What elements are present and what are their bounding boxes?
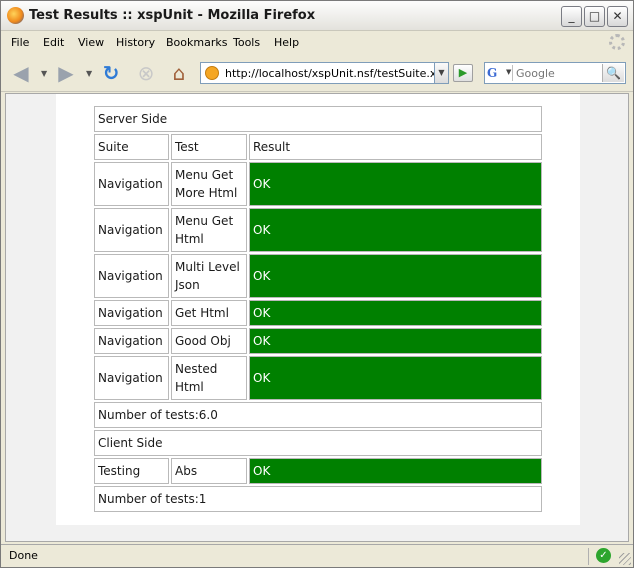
page-favicon-icon bbox=[205, 66, 219, 80]
result-ok-cell: OK bbox=[249, 458, 542, 484]
window-title: Test Results :: xspUnit - Mozilla Firefo… bbox=[29, 8, 316, 23]
table-row-suite: Navigation bbox=[94, 208, 169, 252]
search-input[interactable] bbox=[516, 65, 600, 81]
menu-bar: File Edit View History Bookmarks Tools H… bbox=[1, 32, 633, 54]
column-header-result: Result bbox=[249, 134, 542, 160]
menu-bookmarks[interactable]: Bookmarks bbox=[166, 36, 227, 49]
server-test-count: Number of tests:6.0 bbox=[94, 402, 542, 428]
activity-throbber-icon bbox=[609, 34, 625, 50]
forward-arrow-icon[interactable]: ▶ bbox=[54, 61, 78, 85]
reload-icon[interactable]: ↻ bbox=[99, 61, 123, 85]
status-text: Done bbox=[9, 549, 38, 562]
security-check-icon[interactable]: ✓ bbox=[596, 548, 611, 563]
client-test-count: Number of tests:1 bbox=[94, 486, 542, 512]
google-engine-icon: G bbox=[487, 66, 498, 80]
column-header-suite: Suite bbox=[94, 134, 169, 160]
url-text[interactable]: http://localhost/xspUnit.nsf/testSuite.x… bbox=[225, 67, 449, 80]
result-ok-cell: OK bbox=[249, 254, 542, 298]
table-row-test: Menu Get Html bbox=[171, 208, 247, 252]
result-ok-cell: OK bbox=[249, 162, 542, 206]
forward-history-dropdown-icon[interactable]: ▼ bbox=[86, 69, 92, 78]
search-magnifier-icon[interactable]: 🔍 bbox=[602, 64, 624, 82]
status-divider bbox=[588, 548, 589, 565]
table-row-suite: Navigation bbox=[94, 328, 169, 354]
result-ok-cell: OK bbox=[249, 300, 542, 326]
page-viewport: Server Side Suite Test Result Navigation… bbox=[5, 93, 629, 542]
maximize-button[interactable]: □ bbox=[584, 6, 605, 27]
menu-file[interactable]: File bbox=[11, 36, 29, 49]
table-row-test: Multi Level Json bbox=[171, 254, 247, 298]
browser-window: Test Results :: xspUnit - Mozilla Firefo… bbox=[0, 0, 634, 568]
column-header-test: Test bbox=[171, 134, 247, 160]
result-ok-cell: OK bbox=[249, 328, 542, 354]
back-arrow-icon[interactable]: ◀ bbox=[9, 61, 33, 85]
table-row-test: Good Obj bbox=[171, 328, 247, 354]
client-side-heading: Client Side bbox=[94, 430, 542, 456]
menu-edit[interactable]: Edit bbox=[43, 36, 64, 49]
navigation-toolbar: ◀ ▼ ▶ ▼ ↻ ⊗ ⌂ http://localhost/xspUnit.n… bbox=[1, 54, 633, 92]
minimize-button[interactable]: _ bbox=[561, 6, 582, 27]
table-row-test: Menu Get More Html bbox=[171, 162, 247, 206]
search-bar[interactable]: G ▼ 🔍 bbox=[484, 62, 626, 84]
engine-dropdown-icon[interactable]: ▼ bbox=[506, 68, 511, 76]
table-row-suite: Testing bbox=[94, 458, 169, 484]
menu-tools[interactable]: Tools bbox=[233, 36, 260, 49]
resize-grip-icon[interactable] bbox=[619, 553, 631, 565]
address-bar[interactable]: http://localhost/xspUnit.nsf/testSuite.x… bbox=[200, 62, 449, 84]
result-ok-cell: OK bbox=[249, 356, 542, 400]
table-row-suite: Navigation bbox=[94, 254, 169, 298]
menu-history[interactable]: History bbox=[116, 36, 155, 49]
server-side-heading: Server Side bbox=[94, 106, 542, 132]
table-row-test: Abs bbox=[171, 458, 247, 484]
table-row-suite: Navigation bbox=[94, 356, 169, 400]
menu-view[interactable]: View bbox=[78, 36, 104, 49]
table-row-suite: Navigation bbox=[94, 162, 169, 206]
close-button[interactable]: ✕ bbox=[607, 6, 628, 27]
back-history-dropdown-icon[interactable]: ▼ bbox=[41, 69, 47, 78]
home-icon[interactable]: ⌂ bbox=[167, 61, 191, 85]
title-bar: Test Results :: xspUnit - Mozilla Firefo… bbox=[1, 1, 633, 31]
table-row-suite: Navigation bbox=[94, 300, 169, 326]
url-history-dropdown-icon[interactable]: ▼ bbox=[434, 62, 449, 84]
table-row-test: Get Html bbox=[171, 300, 247, 326]
table-row-test: Nested Html bbox=[171, 356, 247, 400]
menu-help[interactable]: Help bbox=[274, 36, 299, 49]
go-button[interactable]: ▶ bbox=[453, 64, 473, 82]
status-bar: Done ✓ bbox=[1, 544, 633, 567]
test-results-page: Server Side Suite Test Result Navigation… bbox=[56, 94, 580, 525]
firefox-logo-icon bbox=[7, 7, 24, 24]
result-ok-cell: OK bbox=[249, 208, 542, 252]
stop-icon[interactable]: ⊗ bbox=[134, 61, 158, 85]
